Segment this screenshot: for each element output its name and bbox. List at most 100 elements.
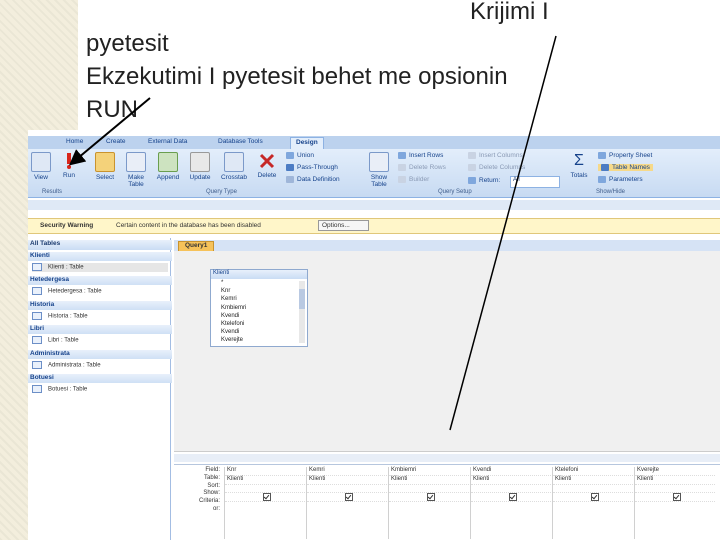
show-checkbox[interactable] [427,493,435,502]
scroll-thumb[interactable] [299,289,305,309]
row-label-or: or: [212,505,220,512]
nav-group-botuesi[interactable]: Botuesi [28,374,172,383]
grid-field[interactable]: Knr [225,467,305,476]
table-names-button[interactable]: Table Names [598,164,653,172]
property-sheet-button[interactable]: Property Sheet [598,152,652,159]
field-ktelefoni[interactable]: Ktelefoni [211,320,307,328]
table-icon [32,336,42,344]
return-select[interactable]: All [510,176,560,188]
grid-row-labels: Field: Table: Sort: Show: Criteria: or: [174,467,222,514]
grid-sort[interactable] [553,485,633,494]
table-pane: Klienti * Knr Kemri Kmbiemri Kvendi Ktel… [174,251,720,452]
nav-group-administrata[interactable]: Administrata [28,350,172,359]
nav-group-historia[interactable]: Historia [28,301,172,310]
view-icon [31,152,51,172]
grid-column[interactable]: Kmbiemri Klienti [388,467,469,539]
slide-text-line1: pyetesit [86,30,169,57]
nav-item-historia-table[interactable]: Historia : Table [32,312,168,321]
data-definition-button[interactable]: Data Definition [286,176,340,183]
grid-table[interactable]: Klienti [307,476,387,485]
insert-rows-button[interactable]: Insert Rows [398,152,443,159]
grid-column[interactable]: Knr Klienti [224,467,305,539]
grid-table[interactable]: Klienti [635,476,715,485]
design-grid: Field: Table: Sort: Show: Criteria: or: … [174,464,720,540]
grid-field[interactable]: Kverejte [635,467,715,476]
show-checkbox[interactable] [673,493,681,502]
field-kvendi-2[interactable]: Kvendi [211,328,307,336]
crosstab-button[interactable]: Crosstab [218,152,250,181]
table-box-scrollbar[interactable] [299,281,305,343]
grid-show [307,493,387,503]
nav-item-hetedergesa-table[interactable]: Hetedergesa : Table [32,287,168,296]
grid-column[interactable]: Kemri Klienti [306,467,387,539]
delete-rows-button[interactable]: Delete Rows [398,164,446,171]
view-button[interactable]: View [30,152,52,181]
select-button[interactable]: Select [94,152,116,181]
grid-sort[interactable] [307,485,387,494]
group-results: Results [42,189,63,195]
union-button[interactable]: Union [286,152,314,159]
data-definition-icon [286,176,294,183]
nav-item-administrata-table[interactable]: Administrata : Table [32,361,168,370]
access-window: Home Create External Data Database Tools… [28,130,720,540]
grid-table[interactable]: Klienti [225,476,305,485]
show-checkbox[interactable] [263,493,271,502]
grid-sort[interactable] [635,485,715,494]
nav-group-hetedergesa[interactable]: Hetedergesa [28,276,172,285]
row-label-show: Show: [203,490,220,497]
show-checkbox[interactable] [591,493,599,502]
nav-item-klienti-table[interactable]: Klienti : Table [32,263,168,272]
delete-query-button[interactable]: Delete [254,152,280,179]
show-checkbox[interactable] [509,493,517,502]
field-kverejte[interactable]: Kverejte [211,336,307,344]
security-warning-message: Certain content in the database has been… [116,222,261,229]
grid-column[interactable]: Kvendi Klienti [470,467,551,539]
grid-field[interactable]: Ktelefoni [553,467,633,476]
grid-field[interactable]: Kemri [307,467,387,476]
field-kemri[interactable]: Kemri [211,295,307,303]
grid-show [471,493,551,503]
nav-pane-header[interactable]: All Tables [28,240,172,250]
grid-sort[interactable] [471,485,551,494]
return-label: Return: [468,177,500,184]
field-all[interactable]: * [211,279,307,287]
show-checkbox[interactable] [345,493,353,502]
append-button[interactable]: Append [154,152,182,181]
make-table-button[interactable]: Make Table [124,152,148,188]
parameters-button[interactable]: Parameters [598,176,643,183]
grid-column[interactable]: Ktelefoni Klienti [552,467,633,539]
totals-button[interactable]: Σ Totals [568,152,590,179]
tab-home[interactable]: Home [66,138,83,145]
tab-external-data[interactable]: External Data [148,138,187,145]
options-button[interactable]: Options... [318,220,369,231]
grid-sort[interactable] [389,485,469,494]
nav-group-libri[interactable]: Libri [28,325,172,334]
update-button[interactable]: Update [186,152,214,181]
nav-item-botuesi-table[interactable]: Botuesi : Table [32,385,168,394]
tab-database-tools[interactable]: Database Tools [218,138,263,145]
grid-table[interactable]: Klienti [553,476,633,485]
make-table-icon [126,152,146,172]
builder-button[interactable]: Builder [398,176,429,183]
grid-table[interactable]: Klienti [389,476,469,485]
pass-through-button[interactable]: Pass-Through [286,164,338,171]
grid-field[interactable]: Kvendi [471,467,551,476]
union-icon [286,152,294,159]
nav-item-libri-table[interactable]: Libri : Table [32,336,168,345]
field-kmbiemri[interactable]: Kmbiemri [211,304,307,312]
grid-sort[interactable] [225,485,305,494]
grid-field[interactable]: Kmbiemri [389,467,469,476]
field-knr[interactable]: Knr [211,287,307,295]
insert-columns-button[interactable]: Insert Columns [468,152,523,159]
table-box-klienti[interactable]: Klienti * Knr Kemri Kmbiemri Kvendi Ktel… [210,269,308,347]
run-button[interactable]: Run [58,152,80,179]
tab-create[interactable]: Create [106,138,126,145]
grid-column[interactable]: Kverejte Klienti [634,467,715,539]
show-table-button[interactable]: Show Table [366,152,392,188]
grid-table[interactable]: Klienti [471,476,551,485]
delete-columns-button[interactable]: Delete Columns [468,164,525,171]
insert-columns-icon [468,152,476,159]
nav-group-klienti[interactable]: Klienti [28,252,172,261]
horizontal-scrollbar[interactable] [174,454,720,462]
field-kvendi[interactable]: Kvendi [211,312,307,320]
